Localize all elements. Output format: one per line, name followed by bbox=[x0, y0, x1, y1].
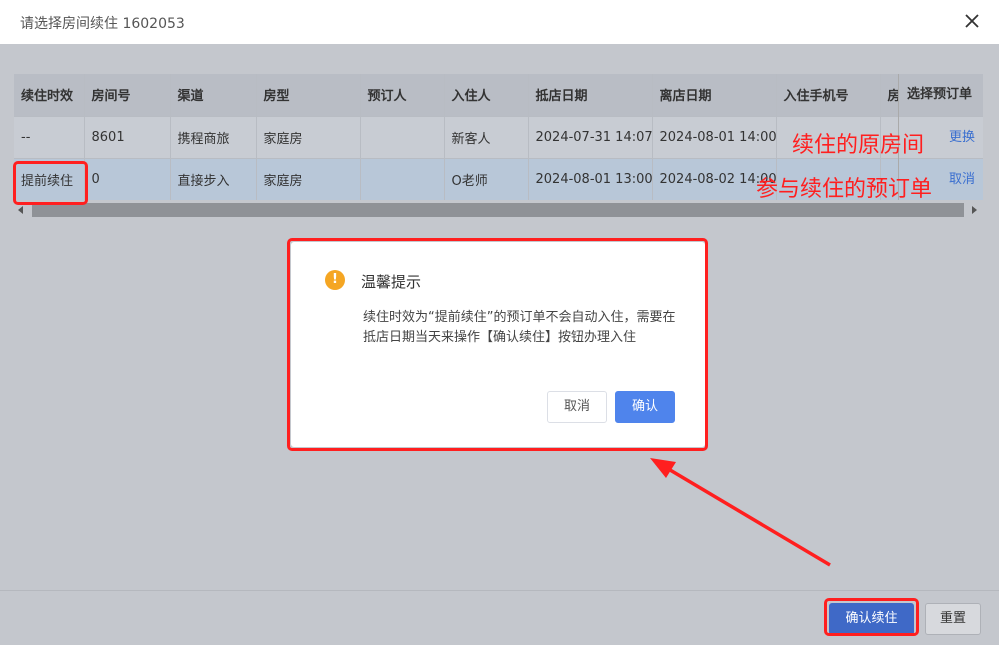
col-header: 入住手机号 bbox=[776, 74, 881, 116]
col-header-select-booking: 选择预订单 bbox=[899, 74, 983, 116]
table-cell: 家庭房 bbox=[256, 157, 361, 200]
annotation-participating-booking: 参与续住的预订单 bbox=[756, 177, 933, 202]
col-header: 房型 bbox=[256, 74, 361, 116]
horizontal-scrollbar[interactable] bbox=[14, 200, 983, 221]
table-cell: 0 bbox=[84, 157, 171, 200]
table-cell: 2024-07-31 14:07 bbox=[528, 115, 653, 158]
table-cell bbox=[360, 157, 445, 200]
col-header: 渠道 bbox=[170, 74, 257, 116]
table-cell: 新客人 bbox=[444, 115, 529, 158]
scroll-right-icon[interactable] bbox=[972, 206, 977, 214]
scrollbar-thumb[interactable] bbox=[32, 203, 964, 217]
annotation-original-room: 续住的原房间 bbox=[792, 133, 925, 158]
table-header-row: 续住时效 房间号 渠道 房型 预订人 入住人 抵店日期 离店日期 入住手机号 房 bbox=[14, 74, 983, 116]
scroll-left-icon[interactable] bbox=[18, 206, 23, 214]
highlight-box-dialog bbox=[287, 238, 708, 451]
table-cell: 2024-08-01 14:00 bbox=[652, 115, 777, 158]
highlight-box-confirm bbox=[824, 598, 919, 636]
close-icon[interactable] bbox=[961, 10, 983, 32]
highlight-box-advance-stay bbox=[13, 161, 88, 205]
table-cell: O老师 bbox=[444, 157, 529, 200]
col-header: 房间号 bbox=[84, 74, 171, 116]
col-header: 入住人 bbox=[444, 74, 529, 116]
table-cell bbox=[360, 115, 445, 158]
table-cell: 家庭房 bbox=[256, 115, 361, 158]
table-cell: 8601 bbox=[84, 115, 171, 158]
col-header: 离店日期 bbox=[652, 74, 777, 116]
col-header: 预订人 bbox=[360, 74, 445, 116]
dialog-header: 请选择房间续住 1602053 bbox=[0, 0, 999, 44]
table-cell: 直接步入 bbox=[170, 157, 257, 200]
table-cell: -- bbox=[14, 115, 85, 158]
col-header: 抵店日期 bbox=[528, 74, 653, 116]
reset-button[interactable]: 重置 bbox=[925, 603, 981, 635]
window-title: 请选择房间续住 1602053 bbox=[20, 16, 185, 32]
table-cell: 携程商旅 bbox=[170, 115, 257, 158]
col-header: 续住时效 bbox=[14, 74, 85, 116]
table-cell: 2024-08-01 13:00 bbox=[528, 157, 653, 200]
